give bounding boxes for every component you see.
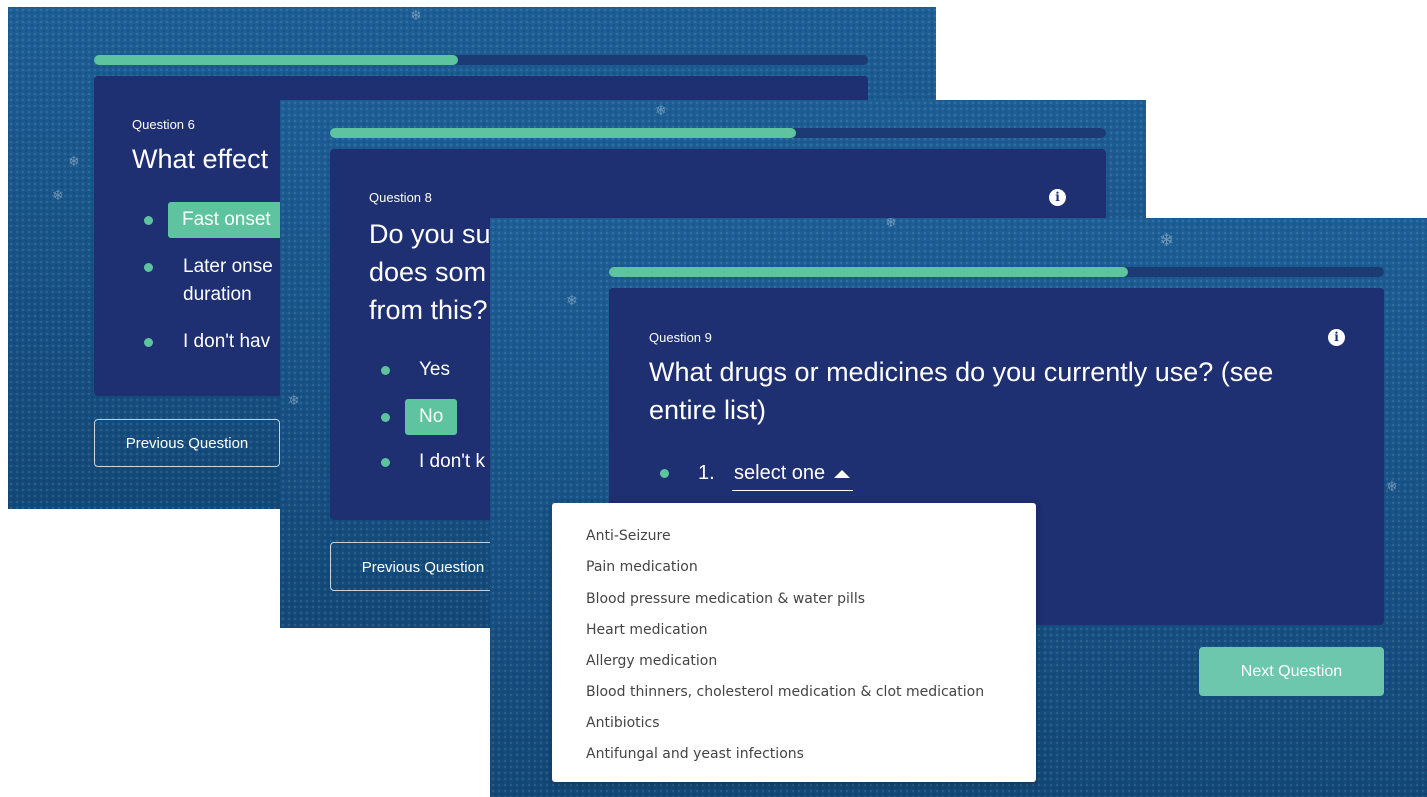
answer-option-label-line-1: Later onse xyxy=(183,256,273,277)
info-icon[interactable]: i xyxy=(1049,189,1066,206)
previous-question-button[interactable]: Previous Question xyxy=(94,419,280,467)
answer-option-later-onset[interactable]: Later onse duration xyxy=(183,253,273,309)
answer-option-no[interactable]: No xyxy=(405,399,458,435)
snowflake-icon: ❄ xyxy=(1386,479,1398,495)
medicine-dropdown-list: Anti-Seizure Pain medication Blood press… xyxy=(552,503,1036,782)
info-icon[interactable]: i xyxy=(1328,329,1345,346)
option-bullet xyxy=(381,413,390,422)
dropdown-option-blood-thinners[interactable]: Blood thinners, cholesterol medication &… xyxy=(586,683,984,701)
question-number: Question 6 xyxy=(132,117,195,132)
snowflake-icon: ❄ xyxy=(655,103,667,119)
progress-bar xyxy=(330,128,1106,138)
medicine-select-dropdown[interactable]: select one xyxy=(732,458,853,491)
snowflake-icon: ❄ xyxy=(52,188,64,204)
option-bullet xyxy=(381,366,390,375)
answer-option-dont-know[interactable]: I don't k xyxy=(419,448,485,476)
dropdown-option-heart-medication[interactable]: Heart medication xyxy=(586,621,708,639)
question-text: Do you su does som from this? xyxy=(369,215,491,329)
dropdown-option-pain-medication[interactable]: Pain medication xyxy=(586,558,698,576)
question-text-line-3: from this? xyxy=(369,295,488,325)
previous-question-button[interactable]: Previous Question xyxy=(330,542,516,591)
dropdown-option-antifungal[interactable]: Antifungal and yeast infections xyxy=(586,745,804,763)
snowflake-icon: ❄ xyxy=(410,8,422,24)
progress-bar xyxy=(94,55,868,65)
select-index: 1. xyxy=(698,462,715,484)
answer-option-yes[interactable]: Yes xyxy=(419,356,450,384)
question-number: Question 9 xyxy=(649,330,712,345)
select-placeholder: select one xyxy=(734,462,826,484)
question-number: Question 8 xyxy=(369,190,432,205)
dropdown-option-allergy-medication[interactable]: Allergy medication xyxy=(586,652,717,670)
dropdown-option-anti-seizure[interactable]: Anti-Seizure xyxy=(586,527,671,545)
snowflake-icon: ❄ xyxy=(566,293,578,309)
option-bullet xyxy=(144,338,153,347)
answer-option-dont-have[interactable]: I don't hav xyxy=(183,328,270,356)
snowflake-icon: ❄ xyxy=(1159,230,1175,251)
question-text: What effect xyxy=(132,144,269,174)
question-text-line-2: does som xyxy=(369,257,487,287)
snowflake-icon: ❄ xyxy=(68,154,80,170)
option-bullet xyxy=(660,469,669,478)
progress-bar xyxy=(609,267,1384,277)
question-text: What drugs or medicines do you currently… xyxy=(649,357,1274,425)
dropdown-option-blood-pressure[interactable]: Blood pressure medication & water pills xyxy=(586,590,865,608)
dropdown-option-antibiotics[interactable]: Antibiotics xyxy=(586,714,660,732)
answer-option-fast-onset[interactable]: Fast onset xyxy=(168,202,285,238)
option-bullet xyxy=(381,458,390,467)
answer-option-label-line-2: duration xyxy=(183,284,252,305)
next-question-button[interactable]: Next Question xyxy=(1199,647,1384,696)
question-text-line-1: Do you su xyxy=(369,219,491,249)
progress-bar-fill xyxy=(609,267,1129,277)
caret-up-icon xyxy=(833,469,850,478)
option-bullet xyxy=(144,216,153,225)
snowflake-icon: ❄ xyxy=(885,218,897,231)
option-bullet xyxy=(144,263,153,272)
snowflake-icon: ❄ xyxy=(288,393,300,409)
progress-bar-fill xyxy=(330,128,796,138)
progress-bar-fill xyxy=(94,55,458,65)
